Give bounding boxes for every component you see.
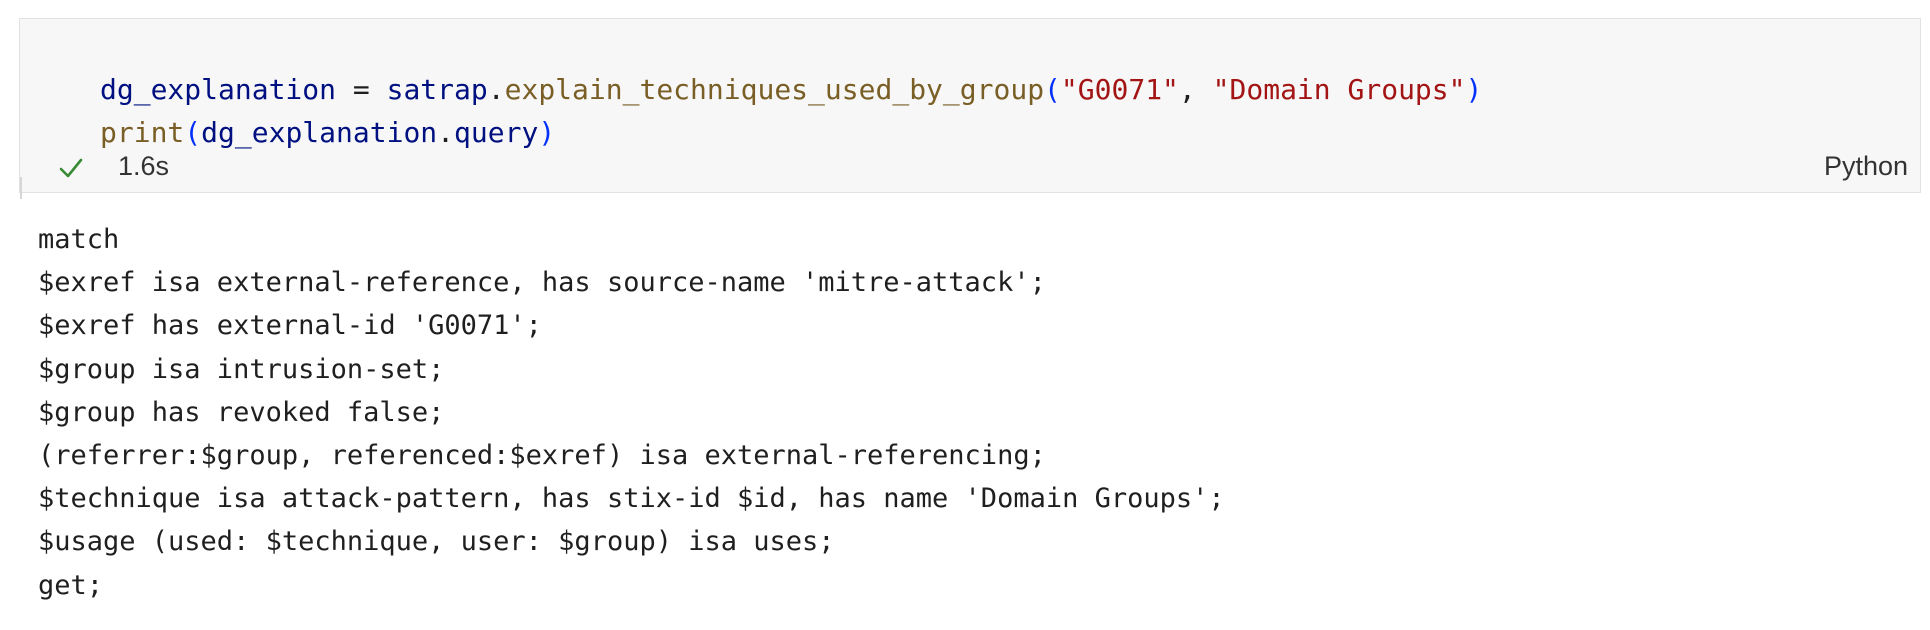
code-token: ( [184,116,202,149]
output-line: $usage (used: $technique, user: $group) … [38,526,835,558]
code-token: dg_explanation [100,73,337,106]
code-token: . [487,73,505,106]
code-token: dg_explanation [201,116,438,149]
code-token: query [454,116,539,149]
execution-time: 1.6s [118,151,170,181]
code-editor[interactable]: dg_explanation = satrap.explain_techniqu… [100,68,1482,154]
output-line: $exref isa external-reference, has sourc… [38,267,1046,299]
cell-output: match $exref isa external-reference, has … [38,218,1225,607]
cell-status-bar: 1.6s Python [20,147,1920,187]
code-token: print [100,116,185,149]
output-line: get; [38,569,104,601]
output-line: $exref has external-id 'G0071'; [38,310,542,342]
code-line: dg_explanation = satrap.explain_techniqu… [100,68,1482,111]
code-token: ) [538,116,556,149]
kernel-language-label[interactable]: Python [1824,151,1908,182]
code-token: "Domain Groups" [1212,73,1466,106]
code-token: ( [1044,73,1061,106]
output-line: match [38,224,120,255]
output-line: $group has revoked false; [38,396,445,428]
code-token: explain_techniques_used_by_group [504,73,1045,106]
code-token: "G0071" [1060,73,1179,106]
code-token: , [1178,73,1213,106]
code-token: satrap [386,73,488,106]
code-token: = [336,73,387,106]
output-line: (referrer:$group, referenced:$exref) isa… [38,439,1046,471]
output-line: $group isa intrusion-set; [38,353,445,385]
output-line: $technique isa attack-pattern, has stix-… [38,483,1225,515]
code-token: ) [1465,73,1483,106]
code-token: . [437,116,455,149]
code-cell[interactable]: dg_explanation = satrap.explain_techniqu… [19,18,1921,199]
check-icon [59,158,83,178]
